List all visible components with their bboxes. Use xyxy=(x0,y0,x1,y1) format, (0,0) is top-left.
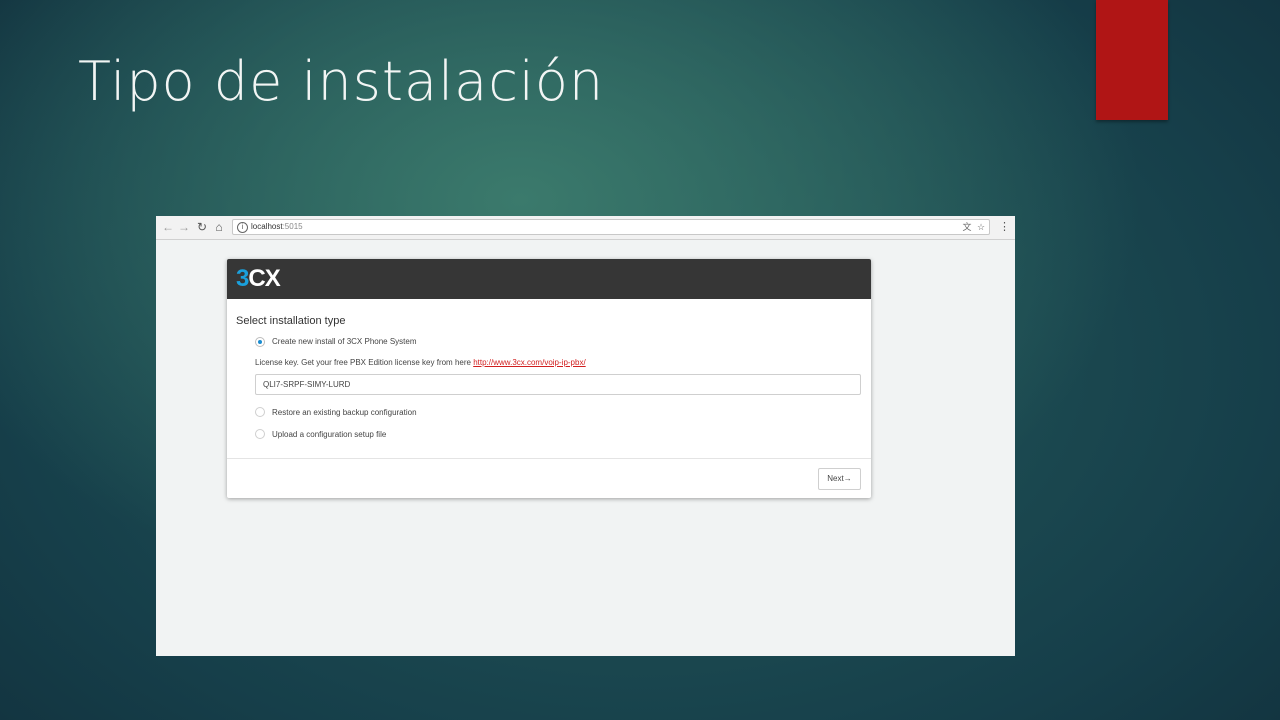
option-label-restore-backup[interactable]: Restore an existing backup configuration xyxy=(272,408,417,417)
address-bar[interactable]: i localhost:5015 文 ☆ xyxy=(232,219,990,235)
bookmark-star-icon[interactable]: ☆ xyxy=(975,221,987,233)
footer-divider xyxy=(227,458,871,459)
url-port: :5015 xyxy=(282,222,303,231)
logo-cx: CX xyxy=(248,265,280,292)
option-label-create-new[interactable]: Create new install of 3CX Phone System xyxy=(272,337,417,346)
option-label-upload-config[interactable]: Upload a configuration setup file xyxy=(272,430,386,439)
logo-three: 3 xyxy=(236,265,249,292)
home-icon[interactable]: ⌂ xyxy=(212,220,226,234)
next-button[interactable]: Next→ xyxy=(818,468,861,490)
translate-icon[interactable]: 文 xyxy=(961,221,973,233)
radio-restore-backup[interactable] xyxy=(255,407,265,417)
browser-menu-icon[interactable]: ⋮ xyxy=(999,220,1010,234)
info-icon[interactable]: i xyxy=(237,222,248,233)
section-title: Select installation type xyxy=(236,315,346,327)
radio-create-new[interactable] xyxy=(255,337,265,347)
url-text: localhost:5015 xyxy=(251,221,303,233)
browser-toolbar: ← → ↻ ⌂ i localhost:5015 文 ☆ ⋮ xyxy=(156,216,1015,240)
reload-icon[interactable]: ↻ xyxy=(195,220,209,234)
url-host: localhost xyxy=(251,222,283,231)
setup-card: 3CX Select installation type Create new … xyxy=(227,259,871,498)
3cx-logo: 3CX xyxy=(236,265,281,293)
license-text: License key. Get your free PBX Edition l… xyxy=(255,358,474,367)
license-link[interactable]: http://www.3cx.com/voip-ip-pbx/ xyxy=(473,358,585,367)
radio-upload-config[interactable] xyxy=(255,429,265,439)
forward-icon[interactable]: → xyxy=(177,220,191,234)
slide-title: Tipo de instalación xyxy=(78,50,605,113)
browser-window: ← → ↻ ⌂ i localhost:5015 文 ☆ ⋮ 3CX Selec… xyxy=(156,216,1015,656)
license-line: License key. Get your free PBX Edition l… xyxy=(255,358,586,367)
card-header: 3CX xyxy=(227,259,871,299)
accent-block xyxy=(1096,0,1168,120)
back-icon[interactable]: ← xyxy=(161,220,175,234)
license-key-input[interactable] xyxy=(255,374,861,395)
